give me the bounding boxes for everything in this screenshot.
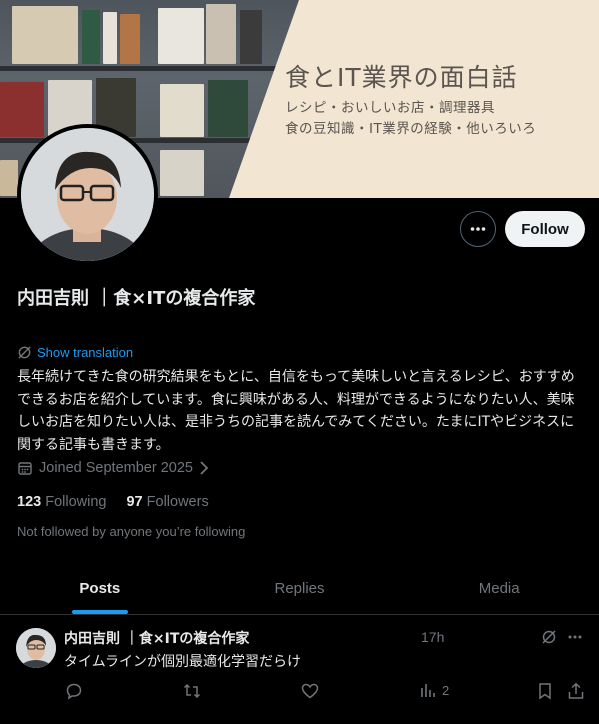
profile-avatar[interactable] [17, 124, 158, 265]
more-options-button[interactable] [460, 211, 496, 247]
following-link[interactable]: 123 Following [17, 494, 106, 510]
repost-icon [183, 682, 201, 700]
reply-icon [65, 682, 83, 700]
tweet-translate-icon[interactable] [541, 629, 557, 645]
tab-replies-label: Replies [274, 580, 325, 597]
tab-posts-label: Posts [79, 580, 121, 597]
follow-stats: 123 Following 97 Followers [17, 494, 209, 510]
share-icon [567, 682, 585, 700]
tweet-author-avatar[interactable] [16, 628, 56, 668]
following-label: Following [45, 494, 107, 510]
repost-button[interactable] [183, 682, 201, 700]
banner-subtitle-line2: 食の豆知識・IT業界の経験・他いろいろ [285, 121, 537, 137]
show-translation-label[interactable]: Show translation [37, 345, 133, 360]
tab-posts[interactable]: Posts [0, 563, 200, 614]
chevron-right-icon [199, 461, 209, 475]
followers-count: 97 [126, 494, 143, 510]
tab-media[interactable]: Media [399, 563, 599, 614]
calendar-icon [17, 460, 33, 476]
profile-bio: 長年続けてきた食の研究結果をもとに、自信をもって美味しいと言えるレシピ、おすすめ… [17, 369, 575, 453]
share-button[interactable] [567, 682, 585, 700]
banner-title: 食とIT業界の面白話 [285, 63, 518, 92]
active-tab-indicator [71, 610, 128, 614]
follow-button[interactable]: Follow [505, 211, 585, 247]
joined-label: Joined September 2025 [39, 460, 193, 476]
following-count: 123 [17, 494, 42, 510]
translate-icon [17, 345, 32, 360]
like-button[interactable] [301, 682, 319, 700]
followers-link[interactable]: 97 Followers [126, 494, 208, 510]
bookmark-icon [537, 682, 553, 700]
tweet[interactable]: 内田吉則 ｜食×ITの複合作家 17h タイムラインが個別最適化学習だらけ 2 [0, 616, 599, 724]
tweet-author-name[interactable]: 内田吉則 ｜食×ITの複合作家 [64, 628, 249, 648]
profile-display-name: 内田吉則 ｜食×ITの複合作家 [17, 288, 256, 309]
followers-label: Followers [146, 494, 209, 510]
heart-icon [301, 682, 319, 700]
reply-button[interactable] [65, 682, 83, 700]
joined-date[interactable]: Joined September 2025 [17, 460, 209, 476]
more-horizontal-icon [469, 220, 487, 238]
analytics-bars-icon [420, 682, 436, 698]
tweet-text: タイムラインが個別最適化学習だらけ [64, 654, 302, 670]
banner-subtitle-line1: レシピ・おいしいお店・調理器具 [285, 100, 495, 116]
bookmark-button[interactable] [537, 682, 553, 700]
views-count: 2 [442, 682, 450, 698]
tweet-timestamp[interactable]: 17h [421, 629, 444, 645]
profile-tabs: Posts Replies Media [0, 563, 599, 615]
tweet-actions: 2 [0, 682, 599, 704]
tweet-more-icon[interactable] [567, 629, 583, 645]
not-followed-notice: Not followed by anyone you’re following [17, 524, 246, 539]
tab-replies[interactable]: Replies [200, 563, 400, 614]
views-button[interactable]: 2 [420, 682, 449, 698]
show-translation-link[interactable]: Show translation [17, 345, 133, 360]
tab-media-label: Media [478, 580, 520, 597]
